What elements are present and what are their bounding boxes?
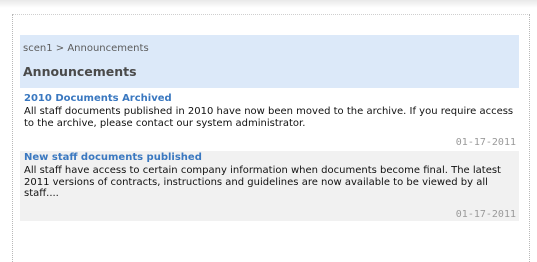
breadcrumb-site-link[interactable]: scen1 [23, 43, 53, 54]
announcement-date: 01-17-2011 [455, 137, 516, 148]
announcement-body: All staff have access to certain company… [24, 165, 501, 199]
panel-border-top [12, 14, 530, 15]
breadcrumb-separator: > [55, 43, 65, 54]
announcement-item: New staff documents published All staff … [20, 151, 519, 221]
breadcrumb-current: Announcements [67, 43, 149, 54]
announcements-panel: scen1 > Announcements Announcements 2010… [0, 0, 537, 262]
breadcrumb: scen1 > Announcements [23, 43, 149, 54]
announcement-body: All staff documents published in 2010 ha… [24, 106, 514, 129]
announcement-title-link[interactable]: New staff documents published [24, 152, 202, 163]
announcement-date: 01-17-2011 [455, 209, 516, 220]
top-shadow [0, 0, 537, 8]
page-header: scen1 > Announcements Announcements [20, 35, 519, 88]
panel-border-right [529, 14, 530, 262]
announcement-title-link[interactable]: 2010 Documents Archived [24, 93, 172, 104]
panel-border-left [12, 14, 13, 262]
page-title: Announcements [23, 64, 137, 79]
announcement-item: 2010 Documents Archived All staff docume… [20, 92, 519, 150]
